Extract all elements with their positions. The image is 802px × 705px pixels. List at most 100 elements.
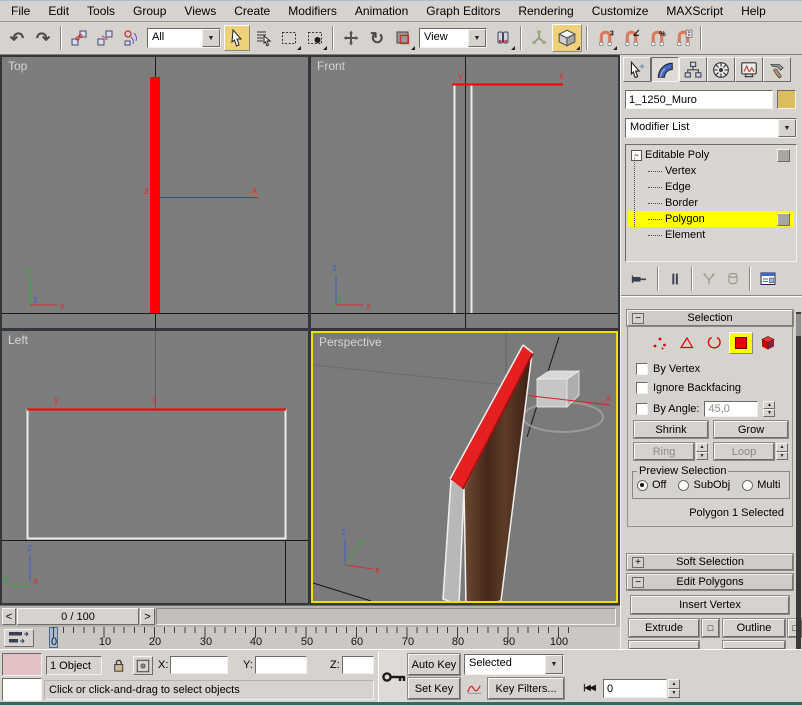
edge-subobject-button[interactable] bbox=[675, 332, 699, 354]
use-pivot-center-button[interactable] bbox=[490, 25, 516, 51]
spinner-up-icon[interactable]: ▲ bbox=[696, 443, 708, 452]
remove-modifier-button[interactable] bbox=[721, 269, 745, 289]
ring-spinner[interactable]: ▲ ▼ bbox=[696, 443, 708, 460]
dropdown-arrow-icon[interactable]: ▼ bbox=[545, 655, 563, 674]
polygon-subobject-button[interactable] bbox=[729, 332, 753, 354]
extrude-settings-button[interactable]: □ bbox=[702, 619, 719, 637]
tab-hierarchy[interactable] bbox=[679, 57, 707, 82]
menu-customize[interactable]: Customize bbox=[583, 2, 658, 20]
window-crossing-button[interactable] bbox=[302, 25, 328, 51]
time-prev-button[interactable]: < bbox=[2, 608, 16, 625]
by-vertex-checkbox[interactable] bbox=[636, 363, 648, 375]
selected-wall-top-view[interactable] bbox=[150, 77, 160, 313]
spinner-down-icon[interactable]: ▼ bbox=[668, 689, 680, 699]
select-and-manipulate-button[interactable] bbox=[526, 25, 552, 51]
frame-spinner[interactable]: ▲ ▼ bbox=[668, 679, 680, 698]
tab-motion[interactable] bbox=[707, 57, 735, 82]
reference-coordinate-dropdown[interactable]: View ▼ bbox=[419, 28, 487, 48]
expand-icon[interactable]: + bbox=[632, 557, 644, 568]
viewport-left[interactable]: Left y x z y x bbox=[2, 331, 308, 603]
select-and-move-button[interactable] bbox=[338, 25, 364, 51]
menu-rendering[interactable]: Rendering bbox=[509, 2, 582, 20]
selection-lock-toggle[interactable] bbox=[108, 656, 128, 675]
dropdown-arrow-icon[interactable]: ▼ bbox=[778, 119, 796, 137]
viewport-perspective-label[interactable]: Perspective bbox=[319, 335, 382, 349]
bind-to-spacewarp-button[interactable] bbox=[118, 25, 144, 51]
panel-scrollbar[interactable] bbox=[796, 312, 801, 650]
percent-snap-button[interactable] bbox=[644, 25, 670, 51]
dropdown-arrow-icon[interactable]: ▼ bbox=[468, 29, 486, 47]
viewport-top[interactable]: Top z x y x z bbox=[2, 57, 308, 328]
menu-help[interactable]: Help bbox=[732, 2, 775, 20]
loop-spinner[interactable]: ▲ ▼ bbox=[776, 443, 788, 460]
maxscript-mini-listener-white[interactable] bbox=[2, 678, 42, 701]
menu-animation[interactable]: Animation bbox=[346, 2, 417, 20]
select-object-button[interactable] bbox=[224, 25, 250, 51]
pin-stack-button[interactable] bbox=[625, 269, 653, 289]
by-angle-field[interactable] bbox=[704, 401, 758, 417]
time-next-button[interactable]: > bbox=[140, 608, 155, 625]
stack-row-vertex[interactable]: Vertex bbox=[628, 163, 794, 179]
viewport-left-label[interactable]: Left bbox=[8, 333, 28, 347]
spinner-up-icon[interactable]: ▲ bbox=[763, 401, 775, 409]
collapse-icon[interactable]: − bbox=[632, 313, 644, 324]
by-angle-spinner[interactable]: ▲ ▼ bbox=[763, 401, 775, 417]
stack-row-polygon-selected[interactable]: Polygon bbox=[628, 211, 794, 227]
loop-button[interactable]: Loop bbox=[714, 443, 774, 460]
select-and-link-button[interactable] bbox=[66, 25, 92, 51]
auto-key-button[interactable]: Auto Key bbox=[408, 654, 460, 675]
track-bar-ruler[interactable]: 0 10 20 30 40 50 60 70 80 90 100 bbox=[40, 627, 600, 649]
tab-display[interactable] bbox=[735, 57, 763, 82]
by-angle-checkbox[interactable] bbox=[636, 403, 648, 415]
default-tangent-button[interactable] bbox=[464, 678, 484, 699]
goto-start-button[interactable]: |◀◀ bbox=[578, 677, 600, 697]
unlink-selection-button[interactable] bbox=[92, 25, 118, 51]
time-slider-thumb[interactable]: 0 / 100 bbox=[17, 608, 139, 625]
tab-create[interactable] bbox=[623, 57, 651, 82]
viewport-front[interactable]: Front y x z x y bbox=[311, 57, 618, 328]
rectangular-selection-region-button[interactable] bbox=[276, 25, 302, 51]
modifier-list-dropdown[interactable]: Modifier List ▼ bbox=[625, 118, 797, 138]
spinner-up-icon[interactable]: ▲ bbox=[776, 443, 788, 452]
spinner-down-icon[interactable]: ▼ bbox=[696, 452, 708, 461]
stack-collapse-icon[interactable]: − bbox=[631, 150, 642, 161]
viewport-top-label[interactable]: Top bbox=[8, 59, 27, 73]
key-filters-button[interactable]: Key Filters... bbox=[488, 678, 564, 699]
viewport-front-label[interactable]: Front bbox=[317, 59, 345, 73]
element-subobject-button[interactable] bbox=[756, 332, 780, 354]
menu-create[interactable]: Create bbox=[225, 2, 279, 20]
key-icon[interactable] bbox=[381, 668, 407, 686]
ignore-backfacing-checkbox[interactable] bbox=[636, 382, 648, 394]
soft-selection-rollout-header[interactable]: + Soft Selection bbox=[627, 554, 793, 570]
viewport-perspective[interactable]: Perspective x bbox=[311, 331, 618, 603]
spinner-snap-button[interactable] bbox=[670, 25, 696, 51]
maxscript-mini-listener-pink[interactable] bbox=[2, 653, 42, 676]
spinner-down-icon[interactable]: ▼ bbox=[776, 452, 788, 461]
preview-subobj-radio[interactable] bbox=[678, 480, 689, 491]
make-unique-button[interactable] bbox=[697, 269, 721, 289]
outline-button[interactable]: Outline bbox=[723, 619, 785, 637]
selection-rollout-header[interactable]: − Selection bbox=[627, 310, 793, 326]
y-coord-field[interactable] bbox=[255, 656, 307, 674]
ring-button[interactable]: Ring bbox=[634, 443, 694, 460]
menu-edit[interactable]: Edit bbox=[39, 2, 78, 20]
menu-graph-editors[interactable]: Graph Editors bbox=[417, 2, 509, 20]
absolute-mode-toggle[interactable] bbox=[133, 656, 153, 675]
menu-views[interactable]: Views bbox=[175, 2, 225, 20]
snap-3d-button[interactable] bbox=[592, 25, 618, 51]
stack-onoff-toggle[interactable] bbox=[777, 213, 790, 226]
preview-off-radio[interactable] bbox=[637, 480, 648, 491]
select-by-name-button[interactable] bbox=[250, 25, 276, 51]
select-and-scale-button[interactable] bbox=[390, 25, 416, 51]
border-subobject-button[interactable] bbox=[702, 332, 726, 354]
undo-button[interactable]: ↶ bbox=[4, 25, 30, 51]
select-and-rotate-button[interactable]: ↻ bbox=[364, 25, 390, 51]
mini-curve-editor-button[interactable] bbox=[4, 629, 34, 647]
menu-tools[interactable]: Tools bbox=[78, 2, 124, 20]
current-frame-field[interactable] bbox=[603, 679, 667, 698]
tab-utilities[interactable] bbox=[763, 57, 791, 82]
scrollbar-thumb[interactable] bbox=[796, 314, 801, 336]
show-end-result-button[interactable] bbox=[663, 269, 687, 289]
edit-polygons-rollout-header[interactable]: − Edit Polygons bbox=[627, 574, 793, 590]
snaps-toggle-button[interactable] bbox=[552, 24, 582, 52]
